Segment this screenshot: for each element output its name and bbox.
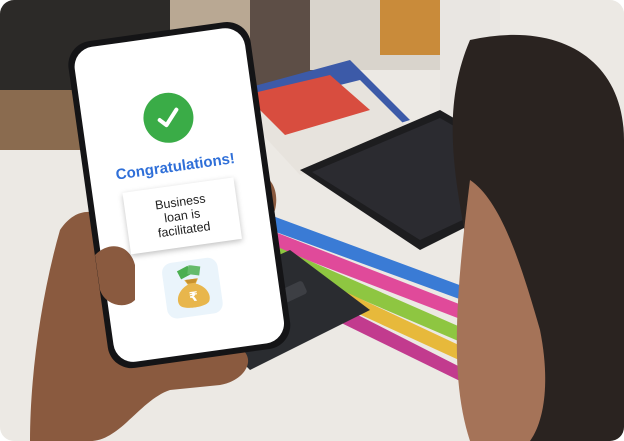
message-card: Business loan is facilitated: [122, 177, 242, 255]
money-bag-icon: ₹: [160, 256, 225, 320]
rupee-symbol: ₹: [188, 289, 199, 305]
check-icon: [140, 89, 197, 147]
photo-frame: Congratulations! Business loan is facili…: [0, 0, 624, 441]
